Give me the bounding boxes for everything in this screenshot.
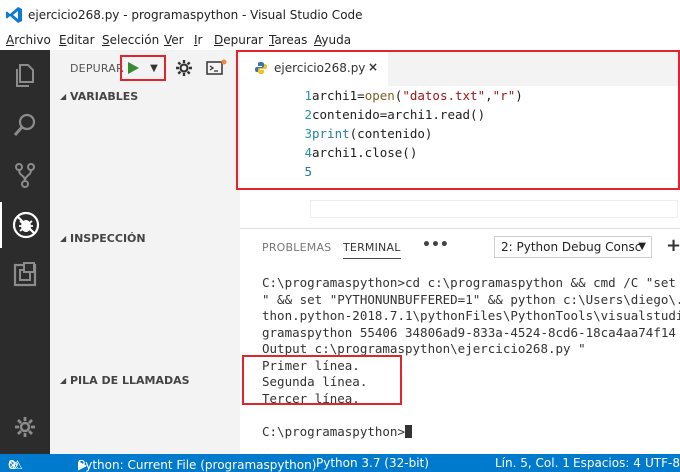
activity-manage[interactable]	[0, 404, 50, 450]
activity-source-control[interactable]	[0, 152, 50, 198]
variables-section-header[interactable]: ◢ VARIABLES	[50, 86, 240, 108]
menu-archivo[interactable]: Archivo	[6, 33, 51, 47]
menu-tareas[interactable]: Tareas	[269, 33, 307, 47]
expand-triangle-icon: ◢	[60, 92, 67, 101]
terminal-prompt-line: C:\programaspython>	[262, 424, 680, 441]
extensions-icon	[13, 262, 37, 287]
menu-ayuda[interactable]: Ayuda	[314, 33, 351, 47]
activity-bar	[0, 50, 50, 454]
menu-editar[interactable]: Editar	[59, 33, 95, 47]
highlight-box-code	[236, 50, 680, 190]
debug-sidebar: DEPURAR ▼ ◢ VARIABLES ◢ INSPECCIÓN ◢ PIL…	[50, 50, 240, 454]
activity-explorer[interactable]	[0, 52, 50, 98]
activity-search[interactable]	[0, 102, 50, 148]
terminal-line: gramaspython 55406 34806ad9-833a-4524-8c…	[262, 324, 680, 340]
watch-title: INSPECCIÓN	[70, 232, 146, 245]
menu-seleccion[interactable]: Selección	[102, 33, 159, 47]
debug-settings-gear-icon[interactable]	[174, 58, 194, 78]
search-icon	[13, 113, 36, 136]
debug-console-icon[interactable]	[206, 59, 228, 77]
source-control-icon	[15, 163, 35, 188]
terminal-line: " && set "PYTHONUNBUFFERED=1" && python …	[262, 291, 680, 307]
editor-area: ejercicio268.py × 1 2 3 4 5 archi1=open(…	[236, 50, 680, 228]
vscode-logo-icon	[6, 7, 22, 23]
highlight-box-output	[242, 355, 402, 405]
activity-extensions[interactable]	[0, 252, 50, 298]
menu-bar: Archivo Editar Selección Ver Ir Depurar …	[0, 30, 680, 50]
chevron-down-icon: ▼	[638, 241, 646, 252]
expand-triangle-icon: ◢	[60, 376, 67, 385]
menu-ir[interactable]: Ir	[194, 33, 202, 47]
new-terminal-button[interactable]: +	[666, 235, 680, 256]
title-bar: ejercicio268.py - programaspython - Visu…	[0, 0, 680, 30]
encoding-status[interactable]: UTF-8	[645, 456, 680, 470]
terminal-select-value: 2: Python Debug Consc	[501, 240, 642, 254]
menu-ver[interactable]: Ver	[164, 33, 184, 47]
menu-depurar[interactable]: Depurar	[214, 33, 263, 47]
panel-header: PROBLEMAS TERMINAL ••• 2: Python Debug C…	[240, 229, 680, 265]
watch-section-header[interactable]: ◢ INSPECCIÓN	[50, 228, 240, 250]
warning-count: 0	[8, 458, 16, 472]
terminal-select[interactable]: 2: Python Debug Consc ▼	[494, 236, 652, 258]
gear-icon	[15, 417, 35, 437]
status-bar: ⊗ 0 ⚠ 0 ▶ Python: Current File (programa…	[0, 454, 680, 472]
indentation-status[interactable]: Espacios: 4	[573, 456, 641, 470]
activity-debug[interactable]	[0, 202, 50, 248]
files-icon	[16, 64, 34, 87]
bottom-panel: PROBLEMAS TERMINAL ••• 2: Python Debug C…	[240, 228, 680, 454]
terminal-cursor	[405, 424, 412, 438]
cursor-position-status[interactable]: Lín. 5, Col. 1	[495, 456, 570, 470]
highlight-box-run	[120, 55, 166, 81]
debug-toolbar: DEPURAR ▼	[50, 50, 240, 86]
window-title: ejercicio268.py - programaspython - Visu…	[28, 8, 363, 22]
variables-title: VARIABLES	[70, 90, 139, 103]
tab-terminal[interactable]: TERMINAL	[343, 241, 401, 259]
debug-label: DEPURAR	[70, 62, 124, 75]
terminal-line: C:\programaspython>cd c:\programaspython…	[262, 275, 680, 290]
more-actions-button[interactable]: •••	[422, 237, 449, 253]
terminal-prompt: C:\programaspython>	[262, 423, 405, 439]
callstack-title: PILA DE LLAMADAS	[70, 374, 190, 387]
debug-icon	[12, 211, 40, 239]
python-interpreter-status[interactable]: Python 3.7 (32-bit)	[316, 456, 429, 470]
callstack-section-header[interactable]: ◢ PILA DE LLAMADAS	[50, 370, 240, 392]
current-line-highlight	[310, 200, 678, 218]
debug-config-label: Python: Current File (programaspython)	[78, 458, 317, 472]
tab-problems[interactable]: PROBLEMAS	[262, 241, 331, 254]
expand-triangle-icon: ◢	[60, 234, 67, 243]
terminal-line: thon.python-2018.7.1\pythonFiles\PythonT…	[262, 308, 680, 323]
